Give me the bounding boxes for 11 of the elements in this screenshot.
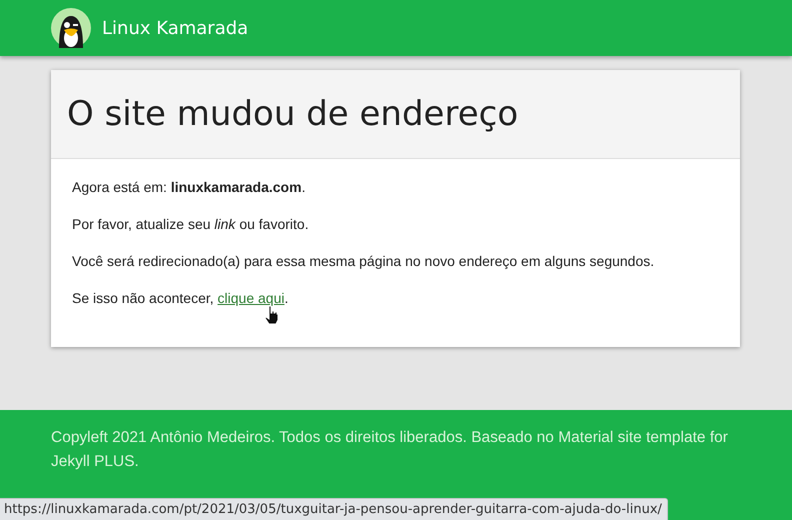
footer-text: Copyleft 2021 Antônio Medeiros. Todos os direitos liberados. Baseado no Material site template for Jekyll PLUS. <box>51 428 729 472</box>
page-title: O site mudou de endereço <box>67 94 518 134</box>
status-url: https://linuxkamarada.com/pt/2021/03/05/tuxguitar-ja-pensou-aprender-guitarra-com-ajuda-do-linux/ <box>0 498 668 520</box>
link[interactable]: clique aqui <box>218 290 284 306</box>
paragraph: Agora está em: linuxkamarada.com. <box>72 179 306 195</box>
paragraph: Se isso não acontecer, clique aqui. <box>72 290 290 306</box>
penguin-logo-icon[interactable] <box>51 8 91 48</box>
paragraph: Você será redirecionado(a) para essa mesma página no novo endereço em alguns segundos. <box>72 253 656 269</box>
paragraph: Por favor, atualize seu link ou favorito. <box>72 216 310 232</box>
site-title[interactable]: Linux Kamarada <box>102 18 248 38</box>
hand-cursor-icon <box>264 305 280 325</box>
